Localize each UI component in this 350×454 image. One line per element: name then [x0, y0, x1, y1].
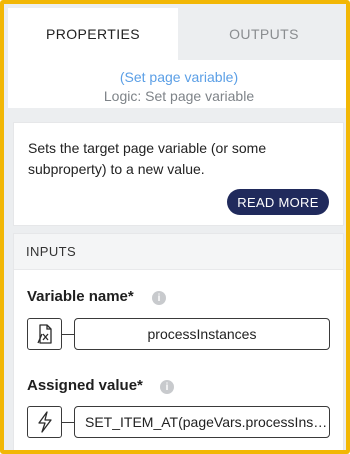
- variable-binding-icon[interactable]: [27, 318, 62, 350]
- description-text: Sets the target page variable (or some s…: [28, 140, 267, 177]
- component-subtitle: Logic: Set page variable: [103, 88, 255, 104]
- lightning-icon[interactable]: [27, 406, 62, 438]
- inputs-section-title: INPUTS: [26, 244, 77, 259]
- component-header: (Set page variable) Logic: Set page vari…: [8, 60, 346, 108]
- tab-outputs[interactable]: OUTPUTS: [178, 8, 346, 60]
- formula-lightning-icon: [37, 411, 52, 433]
- assigned-value-info-icon[interactable]: i: [160, 380, 174, 394]
- read-more-button[interactable]: READ MORE: [227, 189, 329, 215]
- description-card: Sets the target page variable (or some s…: [13, 122, 344, 226]
- inputs-section: INPUTS Variable name* i processInstances…: [13, 233, 344, 450]
- component-title[interactable]: (Set page variable): [8, 69, 346, 85]
- field-connector: [62, 334, 74, 335]
- assigned-value-field[interactable]: SET_ITEM_AT(pageVars.processInstances: [74, 406, 330, 438]
- tab-bar: PROPERTIES OUTPUTS: [8, 8, 346, 60]
- assigned-value-label: Assigned value*: [27, 377, 143, 394]
- field-connector: [62, 422, 74, 423]
- variable-name-info-icon[interactable]: i: [152, 291, 166, 305]
- variable-name-field[interactable]: processInstances: [74, 318, 330, 350]
- properties-panel: PROPERTIES OUTPUTS (Set page variable) L…: [0, 0, 350, 454]
- inputs-header: INPUTS: [14, 234, 343, 270]
- tab-properties[interactable]: PROPERTIES: [8, 8, 178, 60]
- variable-name-label: Variable name*: [27, 288, 134, 305]
- document-x-icon: [36, 324, 52, 344]
